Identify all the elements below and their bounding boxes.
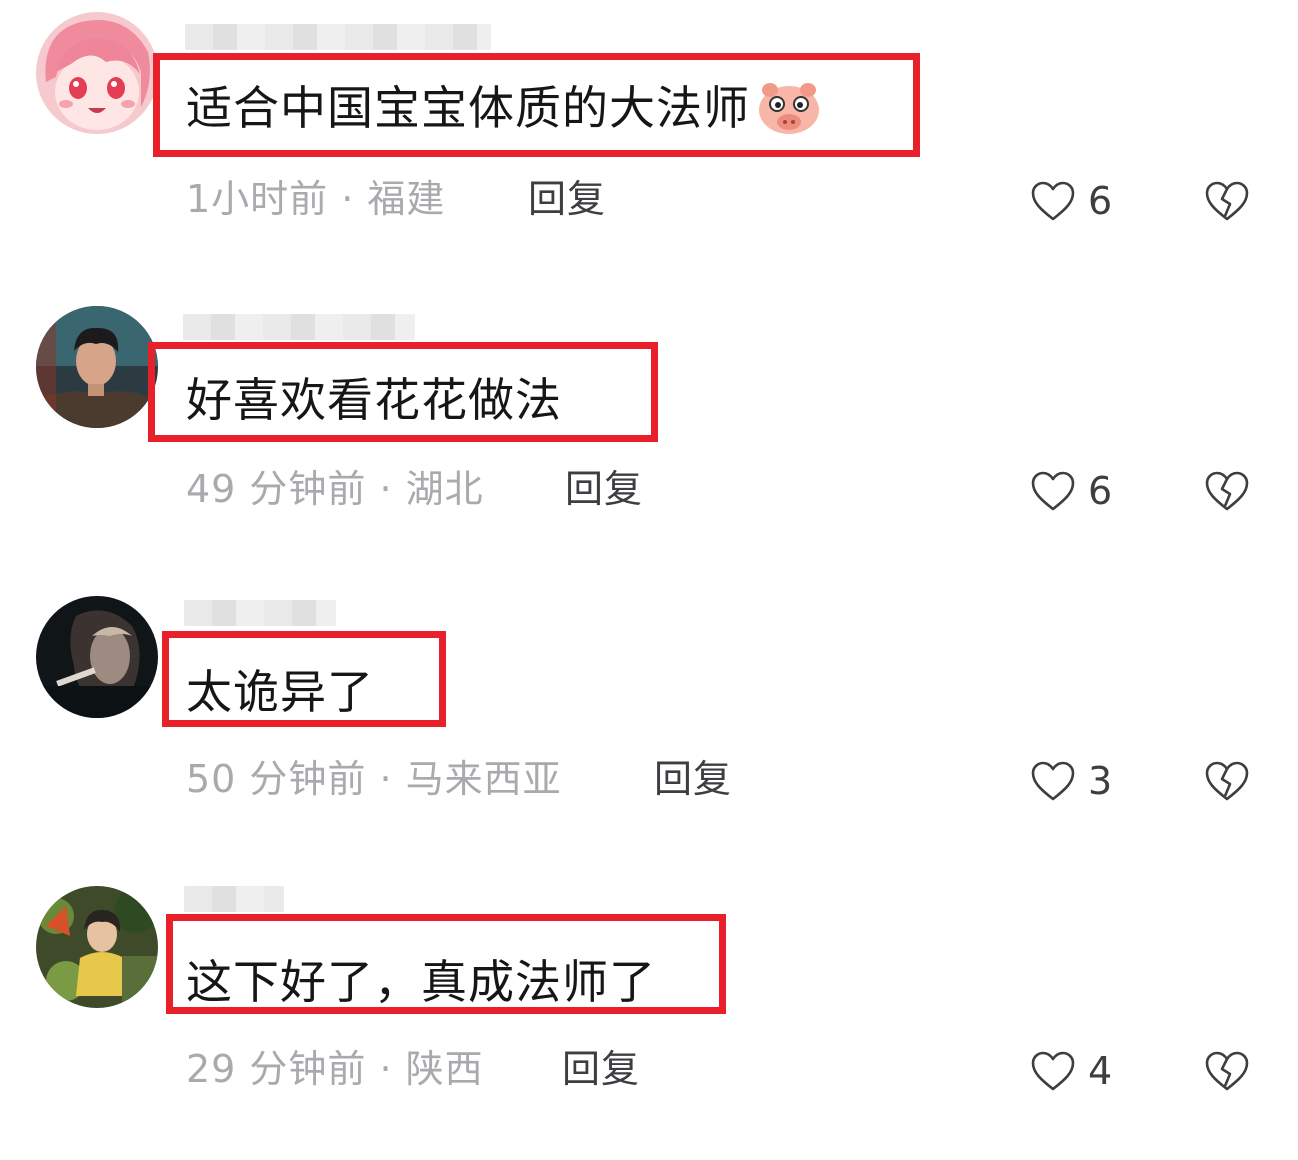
comment-item: 适合中国宝宝体质的大法师 1小时前 · 福建 回复 6 — [0, 0, 1298, 290]
broken-heart-icon[interactable] — [1204, 1050, 1250, 1092]
username-blurred — [185, 24, 491, 50]
like-count: 4 — [1088, 1049, 1113, 1093]
comment-text: 太诡异了 — [186, 664, 374, 720]
broken-heart-icon[interactable] — [1204, 180, 1250, 222]
broken-heart-icon[interactable] — [1204, 760, 1250, 802]
comment-meta: 29 分钟前 · 陕西 — [186, 1047, 484, 1091]
pig-face-emoji — [756, 80, 822, 136]
like-count: 3 — [1088, 759, 1113, 803]
reply-button[interactable]: 回复 — [565, 466, 643, 512]
comment-text-content: 这下好了，真成法师了 — [186, 955, 656, 1009]
comment-meta: 49 分钟前 · 湖北 — [186, 467, 484, 511]
comment-text: 好喜欢看花花做法 — [186, 372, 562, 428]
comment-text-content: 适合中国宝宝体质的大法师 — [186, 81, 750, 135]
reply-button[interactable]: 回复 — [528, 176, 606, 222]
like-count: 6 — [1088, 469, 1113, 513]
reply-button[interactable]: 回复 — [654, 756, 732, 802]
comment-text: 这下好了，真成法师了 — [186, 954, 656, 1010]
comment-text-content: 太诡异了 — [186, 665, 374, 719]
like-count: 6 — [1088, 179, 1113, 223]
username-blurred — [183, 314, 415, 340]
heart-outline-icon[interactable] — [1030, 180, 1076, 222]
comment-text-content: 好喜欢看花花做法 — [186, 373, 562, 427]
comment-text: 适合中国宝宝体质的大法师 — [186, 80, 822, 136]
comment-meta: 50 分钟前 · 马来西亚 — [186, 757, 562, 801]
heart-outline-icon[interactable] — [1030, 470, 1076, 512]
username-blurred — [184, 886, 284, 912]
heart-outline-icon[interactable] — [1030, 1050, 1076, 1092]
broken-heart-icon[interactable] — [1204, 470, 1250, 512]
heart-outline-icon[interactable] — [1030, 760, 1076, 802]
avatar[interactable] — [36, 12, 158, 134]
avatar[interactable] — [36, 886, 158, 1008]
reply-button[interactable]: 回复 — [562, 1046, 640, 1092]
comment-meta: 1小时前 · 福建 — [186, 177, 446, 221]
avatar[interactable] — [36, 306, 158, 428]
comment-item: 这下好了，真成法师了 29 分钟前 · 陕西 回复 4 — [0, 870, 1298, 1160]
comment-item: 太诡异了 50 分钟前 · 马来西亚 回复 3 — [0, 580, 1298, 870]
username-blurred — [184, 600, 336, 626]
comment-item: 好喜欢看花花做法 49 分钟前 · 湖北 回复 6 — [0, 290, 1298, 580]
avatar[interactable] — [36, 596, 158, 718]
